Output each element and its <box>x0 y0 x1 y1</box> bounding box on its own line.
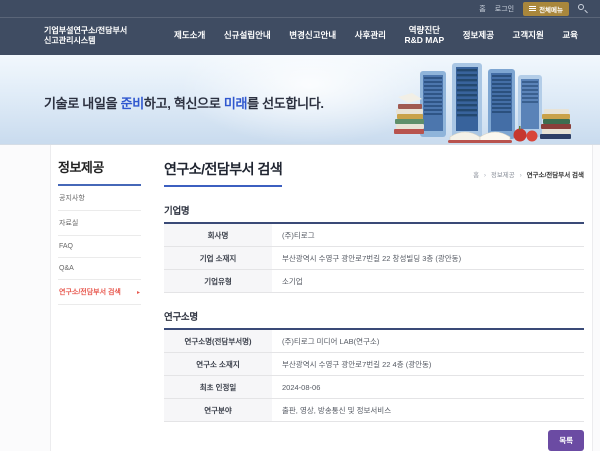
sidebar-item-qna[interactable]: Q&A ▸ <box>58 258 141 280</box>
row-value: 2024-08-06 <box>272 376 584 399</box>
logo-line1: 기업부설연구소/전담부서 <box>44 26 162 36</box>
home-link[interactable]: 홈 <box>479 4 485 14</box>
row-label: 회사명 <box>164 223 272 247</box>
row-value: (주)티로그 미디어 LAB(연구소) <box>272 329 584 353</box>
main-nav: 제도소개 신규설립안내 변경신고안내 사후관리 역량진단 R&D MAP 정보제… <box>174 26 578 46</box>
nav-item-change-report[interactable]: 변경신고안내 <box>289 31 336 41</box>
section-title-company: 기업명 <box>164 203 584 217</box>
logo-line2: 신고관리시스템 <box>44 36 162 46</box>
nav-item-support[interactable]: 고객지원 <box>513 31 544 41</box>
breadcrumb-home[interactable]: 홈 <box>473 172 479 179</box>
table-row: 연구소 소재지 부산광역시 수영구 광안로7번길 22 4층 (광안동) <box>164 353 584 376</box>
all-menu-button[interactable]: 전체메뉴 <box>523 2 569 16</box>
sidebar-item-library[interactable]: 자료실 ▸ <box>58 211 141 236</box>
hamburger-icon <box>529 5 536 12</box>
nav-item-info[interactable]: 정보제공 <box>463 31 494 41</box>
content-area: 정보제공 공지사항 ▸ 자료실 ▸ FAQ ▸ Q&A ▸ 연구소/전담부서 검… <box>50 145 593 451</box>
site-logo[interactable]: 기업부설연구소/전담부서 신고관리시스템 <box>44 26 162 46</box>
sidebar-item-lab-search[interactable]: 연구소/전담부서 검색 ▸ <box>58 280 141 305</box>
section-title-lab: 연구소명 <box>164 309 584 323</box>
row-value: 부산광역시 수영구 광안로7번길 22 창성빌딩 3층 (광안동) <box>272 247 584 270</box>
breadcrumb: 홈 › 정보제공 › 연구소/전담부서 검색 <box>473 169 584 187</box>
hero-slogan: 기술로 내일을 준비하고, 혁신으로 미래를 선도합니다. <box>44 93 324 112</box>
list-button[interactable]: 목록 <box>548 430 584 451</box>
search-icon[interactable] <box>578 4 588 14</box>
row-value: 출판, 영상, 방송통신 및 정보서비스 <box>272 399 584 422</box>
hero-banner: 기술로 내일을 준비하고, 혁신으로 미래를 선도합니다. <box>0 55 600 145</box>
sidebar-item-notice[interactable]: 공지사항 ▸ <box>58 186 141 211</box>
table-row: 연구소명(전담부서명) (주)티로그 미디어 LAB(연구소) <box>164 329 584 353</box>
row-value: 부산광역시 수영구 광안로7번길 22 4층 (광안동) <box>272 353 584 376</box>
site-header: 홈 로그인 전체메뉴 기업부설연구소/전담부서 신고관리시스템 제도소개 신규설… <box>0 0 600 55</box>
nav-item-education[interactable]: 교육 <box>562 31 578 41</box>
nav-item-new-setup[interactable]: 신규설립안내 <box>224 31 271 41</box>
utility-bar: 홈 로그인 전체메뉴 <box>0 0 600 18</box>
main-nav-bar: 기업부설연구소/전담부서 신고관리시스템 제도소개 신규설립안내 변경신고안내 … <box>0 18 600 54</box>
breadcrumb-current: 연구소/전담부서 검색 <box>527 172 584 179</box>
table-row: 회사명 (주)티로그 <box>164 223 584 247</box>
hero-illustration <box>392 57 572 145</box>
login-link[interactable]: 로그인 <box>495 4 514 14</box>
main-panel: 연구소/전담부서 검색 홈 › 정보제공 › 연구소/전담부서 검색 기업명 회… <box>149 145 592 451</box>
nav-item-intro[interactable]: 제도소개 <box>174 31 205 41</box>
row-value: (주)티로그 <box>272 223 584 247</box>
row-label: 최초 인정일 <box>164 376 272 399</box>
row-value: 소기업 <box>272 270 584 293</box>
table-row: 연구분야 출판, 영상, 방송통신 및 정보서비스 <box>164 399 584 422</box>
row-label: 연구소 소재지 <box>164 353 272 376</box>
breadcrumb-mid[interactable]: 정보제공 <box>491 172 515 179</box>
arrow-icon: ▸ <box>137 289 140 296</box>
table-row: 기업유형 소기업 <box>164 270 584 293</box>
row-label: 기업 소재지 <box>164 247 272 270</box>
table-row: 기업 소재지 부산광역시 수영구 광안로7번길 22 창성빌딩 3층 (광안동) <box>164 247 584 270</box>
nav-item-rnd-map[interactable]: 역량진단 R&D MAP <box>405 26 445 46</box>
row-label: 기업유형 <box>164 270 272 293</box>
page-title: 연구소/전담부서 검색 <box>164 159 282 187</box>
table-row: 최초 인정일 2024-08-06 <box>164 376 584 399</box>
all-menu-label: 전체메뉴 <box>539 4 563 14</box>
sidebar-item-faq[interactable]: FAQ ▸ <box>58 236 141 258</box>
sidebar: 정보제공 공지사항 ▸ 자료실 ▸ FAQ ▸ Q&A ▸ 연구소/전담부서 검… <box>51 145 149 451</box>
row-label: 연구소명(전담부서명) <box>164 329 272 353</box>
sidebar-title: 정보제공 <box>58 157 141 186</box>
row-label: 연구분야 <box>164 399 272 422</box>
nav-item-post-mgmt[interactable]: 사후관리 <box>355 31 386 41</box>
company-info-table: 회사명 (주)티로그 기업 소재지 부산광역시 수영구 광안로7번길 22 창성… <box>164 222 584 293</box>
